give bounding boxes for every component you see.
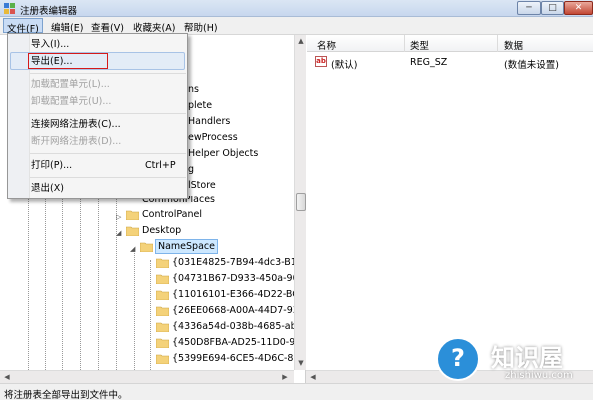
tree-horizontal-scrollbar[interactable]: ◀ ▶ xyxy=(0,370,294,383)
title-bar: 注册表编辑器 ─ □ ✕ xyxy=(0,0,593,17)
maximize-button[interactable]: □ xyxy=(541,1,564,15)
tree-item-label: {031E4825-7B94-4dc3-B13 xyxy=(172,257,303,268)
tree-item-partial[interactable]: g xyxy=(188,162,194,177)
scroll-right-arrow-icon[interactable]: ▶ xyxy=(280,371,290,383)
tree-item-partial[interactable]: lStore xyxy=(188,178,216,193)
menu-item-load-hive[interactable]: 加载配置单元(L)... xyxy=(31,76,110,93)
scroll-up-arrow-icon[interactable]: ▲ xyxy=(296,35,306,47)
menu-separator xyxy=(30,153,186,154)
menu-item-disconnect-network-registry[interactable]: 断开网络注册表(D)... xyxy=(31,133,121,150)
folder-icon xyxy=(156,290,169,300)
folder-icon xyxy=(156,322,169,332)
column-divider[interactable] xyxy=(497,35,498,52)
tree-item-partial[interactable]: ewProcess xyxy=(188,130,238,145)
watermark-title: 知识屋 xyxy=(491,344,563,372)
scroll-thumb[interactable] xyxy=(296,193,306,211)
tree-vertical-scrollbar[interactable]: ▲ ▼ xyxy=(294,35,306,370)
tree-item-label: {04731B67-D933-450a-90E xyxy=(172,273,305,284)
status-text: 将注册表全部导出到文件中。 xyxy=(4,390,128,400)
menu-separator xyxy=(30,177,186,178)
site-watermark: ? 知识屋 zhishiwu.com xyxy=(433,330,593,400)
menu-item-import[interactable]: 导入(I)... xyxy=(31,36,69,53)
value-type: REG_SZ xyxy=(410,57,448,68)
menu-item-exit[interactable]: 退出(X) xyxy=(31,180,64,197)
folder-icon xyxy=(156,258,169,268)
print-shortcut: Ctrl+P xyxy=(145,160,176,171)
menu-separator xyxy=(30,73,186,74)
question-mark-icon: ? xyxy=(436,337,480,381)
tree-item-label: {450D8FBA-AD25-11D0-98 xyxy=(172,337,302,348)
tree-item-partial[interactable]: Handlers xyxy=(188,114,230,129)
tree-guide-line xyxy=(134,250,135,370)
tree-item-label: Desktop xyxy=(142,225,182,236)
folder-icon xyxy=(156,274,169,284)
column-header-name[interactable]: 名称 xyxy=(317,38,336,52)
folder-icon xyxy=(156,338,169,348)
menu-favorites[interactable]: 收藏夹(A) xyxy=(130,18,178,34)
tree-item-label: NameSpace xyxy=(155,239,218,254)
menu-edit[interactable]: 编辑(E) xyxy=(48,18,86,34)
list-header: 名称 类型 数据 xyxy=(307,35,593,52)
value-name: (默认) xyxy=(331,60,358,71)
folder-icon xyxy=(156,306,169,316)
highlight-annotation-box xyxy=(28,53,108,69)
scroll-down-arrow-icon[interactable]: ▼ xyxy=(296,357,306,369)
registry-editor-app-icon xyxy=(4,3,15,14)
close-button[interactable]: ✕ xyxy=(564,1,593,15)
collapse-icon[interactable]: ◢ xyxy=(130,242,135,257)
tree-item-partial[interactable]: Helper Objects xyxy=(188,146,258,161)
tree-item-partial[interactable]: ns xyxy=(188,82,199,97)
folder-open-icon xyxy=(140,242,153,252)
tree-item-label: {26EE0668-A00A-44D7-937 xyxy=(172,305,305,316)
collapse-icon[interactable]: ◢ xyxy=(116,226,121,241)
folder-icon xyxy=(126,210,139,220)
folder-open-icon xyxy=(126,226,139,236)
menu-item-unload-hive[interactable]: 卸载配置单元(U)... xyxy=(31,93,111,110)
tree-item-namespace[interactable]: ◢ NameSpace xyxy=(130,239,250,254)
menu-file[interactable]: 文件(F) xyxy=(3,18,43,35)
window-title: 注册表编辑器 xyxy=(20,6,78,17)
scroll-left-arrow-icon[interactable]: ◀ xyxy=(2,371,12,383)
tree-item-label: {11016101-E366-4D22-BC0 xyxy=(172,289,305,300)
column-header-type[interactable]: 类型 xyxy=(410,38,429,52)
value-data: (数值未设置) xyxy=(504,60,559,71)
menu-separator xyxy=(30,113,186,114)
tree-item-desktop[interactable]: ◢ Desktop xyxy=(116,223,236,238)
scroll-left-arrow-icon[interactable]: ◀ xyxy=(308,371,318,383)
tree-item-label: {4336a54d-038b-4685-ab0 xyxy=(172,321,303,332)
file-menu-dropdown: 导入(I)... 导出(E)... 加载配置单元(L)... 卸载配置单元(U)… xyxy=(7,33,188,199)
column-divider[interactable] xyxy=(404,35,405,52)
tree-guide-line xyxy=(150,260,151,370)
menu-item-print[interactable]: 打印(P)... xyxy=(31,157,72,174)
watermark-url: zhishiwu.com xyxy=(505,370,573,381)
tree-item-label: ControlPanel xyxy=(142,209,202,220)
folder-icon xyxy=(156,354,169,364)
column-header-data[interactable]: 数据 xyxy=(504,38,523,52)
menu-help[interactable]: 帮助(H) xyxy=(181,18,221,34)
string-value-icon: ab xyxy=(315,56,327,67)
values-list-pane[interactable]: 名称 类型 数据 ab (默认) REG_SZ (数值未设置) xyxy=(307,35,593,370)
tree-item-controlpanel[interactable]: ▷ ControlPanel xyxy=(116,207,236,222)
minimize-button[interactable]: ─ xyxy=(517,1,541,15)
tree-item-partial[interactable]: plete xyxy=(188,98,212,113)
menu-view[interactable]: 查看(V) xyxy=(88,18,127,34)
tree-item-label: {5399E694-6CE5-4D6C-8FC xyxy=(172,353,306,364)
menu-item-connect-network-registry[interactable]: 连接网络注册表(C)... xyxy=(31,116,121,133)
